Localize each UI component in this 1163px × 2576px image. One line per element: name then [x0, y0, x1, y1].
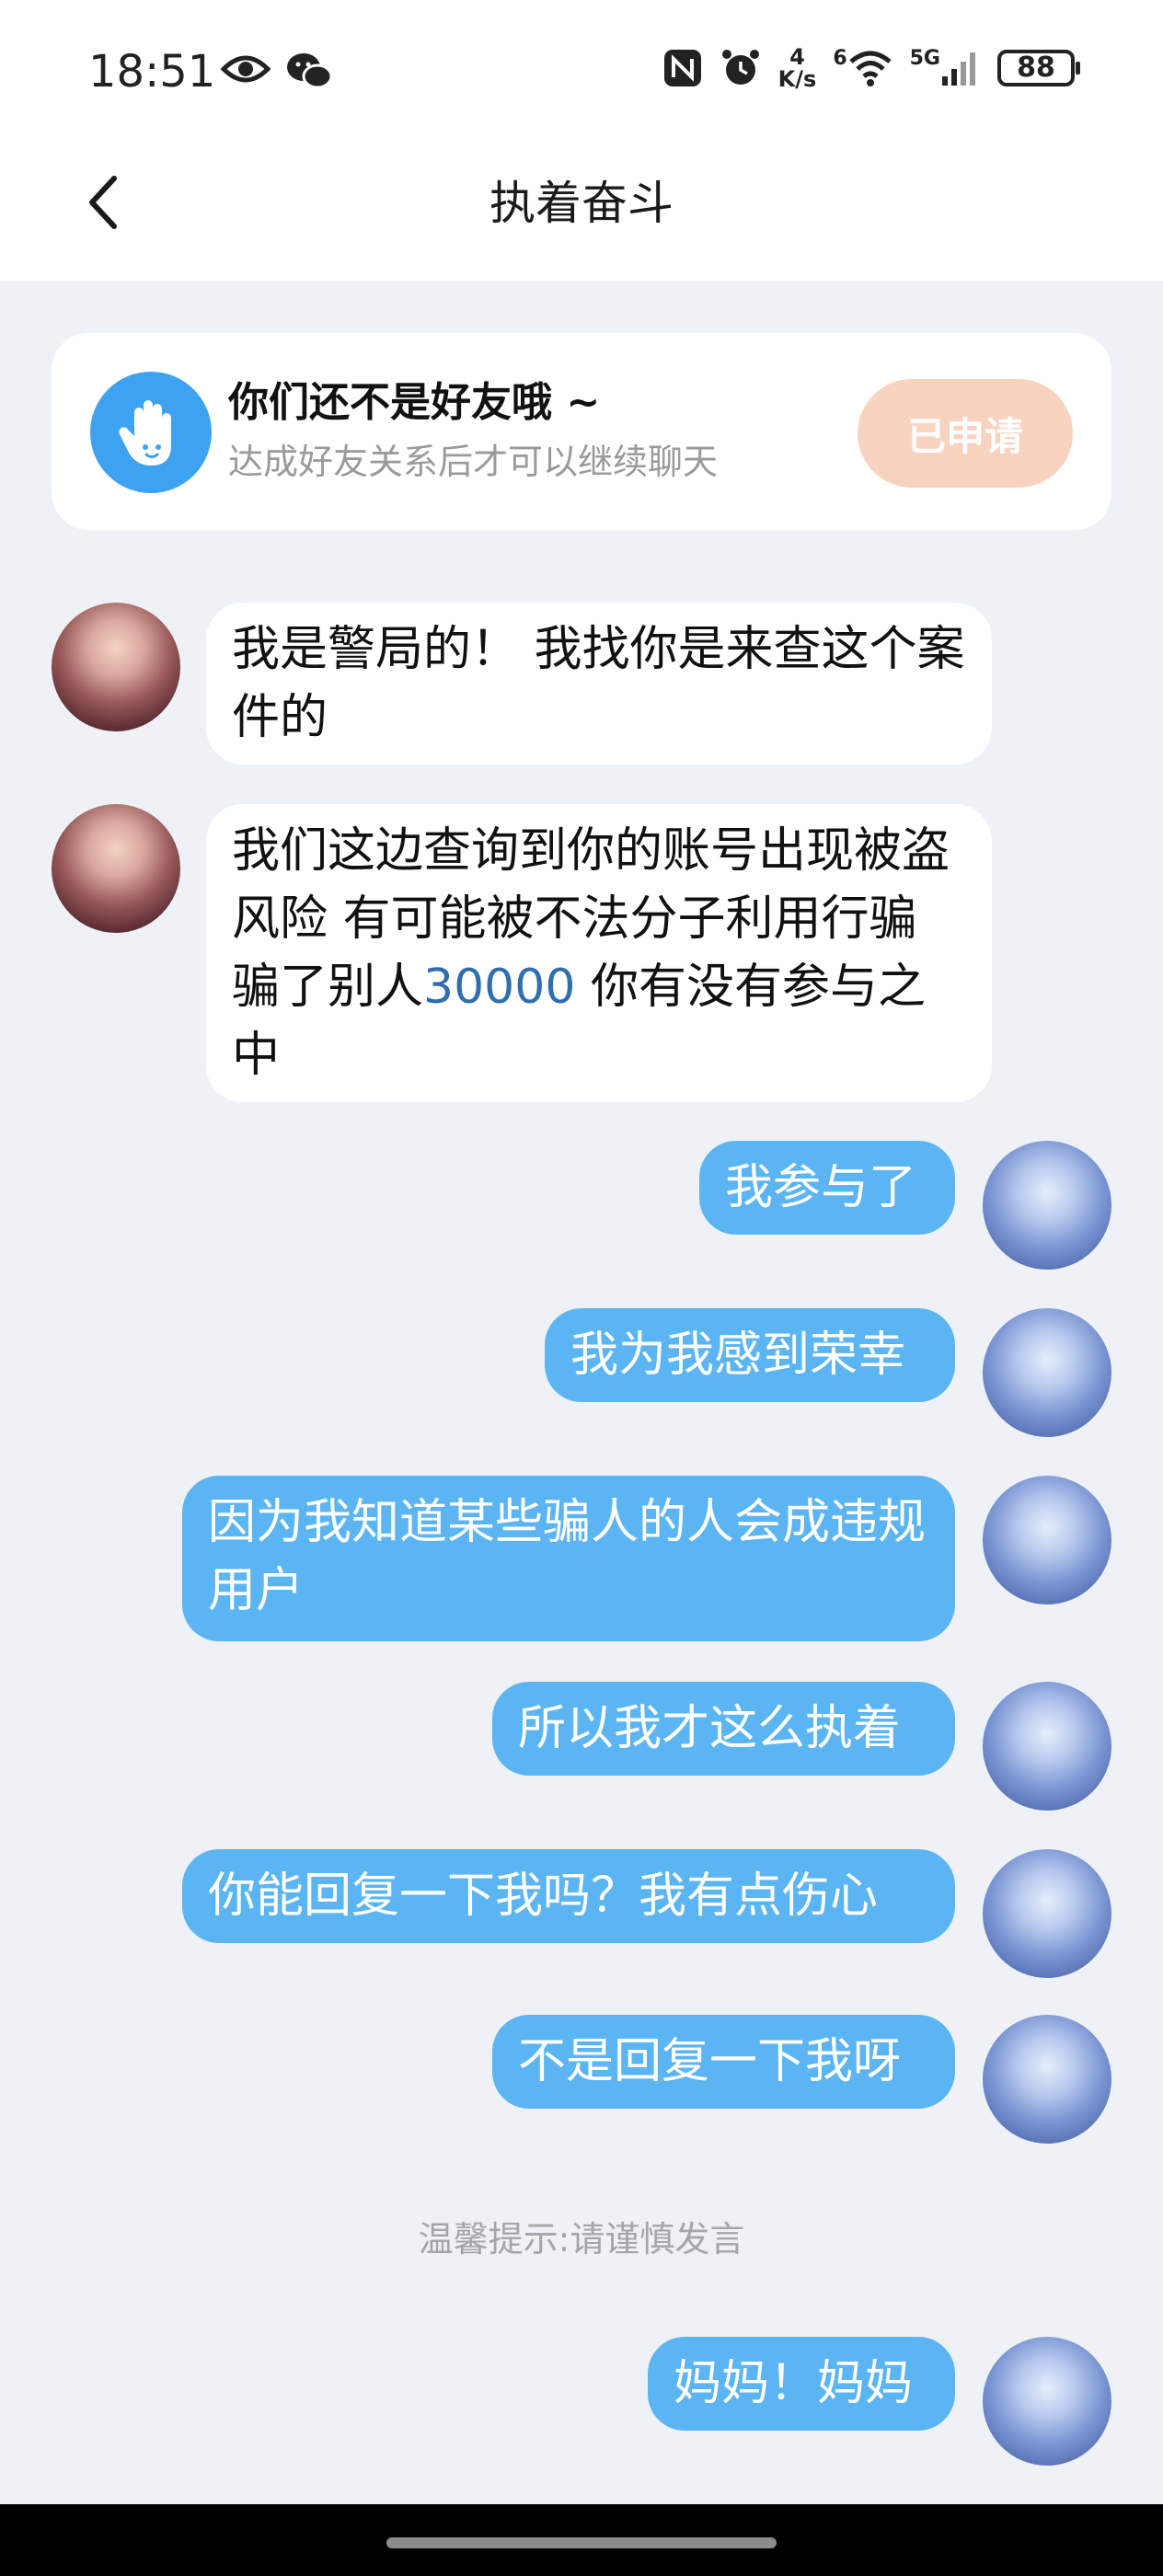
- wifi-status: 6: [833, 49, 892, 87]
- user-avatar[interactable]: [983, 2337, 1111, 2466]
- contact-avatar[interactable]: [52, 804, 180, 933]
- system-nav-bar: [0, 2504, 1163, 2576]
- user-avatar[interactable]: [983, 1308, 1111, 1437]
- cell-label: 5G: [909, 47, 940, 70]
- incoming-message: 我们这边查询到你的账号出现被盗风险 有可能被不法分子利用行骗 骗了别人30000…: [206, 804, 992, 1102]
- phone-number-link[interactable]: 30000: [423, 960, 575, 1015]
- message-text: 妈妈！妈妈: [674, 2356, 914, 2411]
- outgoing-message: 不是回复一下我呀: [492, 2015, 955, 2109]
- outgoing-message: 我为我感到荣幸: [545, 1308, 955, 1402]
- message-text: 你能回复一下我吗？我有点伤心: [208, 1869, 879, 1924]
- warning-tip: 温馨提示:请谨慎发言: [418, 2219, 745, 2260]
- battery-indicator: 88: [997, 50, 1080, 86]
- user-avatar[interactable]: [983, 1682, 1111, 1811]
- wifi-label: 6: [833, 47, 847, 70]
- cell-status: 5G: [910, 49, 981, 87]
- message-text: 因为我知道某些骗人的人会成违规用户: [208, 1495, 927, 1618]
- status-right-icons: 4 K/s 6 5G 88: [662, 46, 1080, 90]
- notice-title: 你们还不是好友哦 ~: [228, 379, 601, 426]
- status-time: 18:51: [88, 46, 216, 98]
- home-indicator[interactable]: [386, 2537, 777, 2548]
- nfc-icon: [663, 50, 701, 86]
- top-bar: 18:51 4 K/s 6 5G 88 执着奋斗: [0, 0, 1163, 281]
- page-title: 执着奋斗: [489, 177, 674, 230]
- message-text: 我是警局的！ 我找你是来查这个案件的: [232, 622, 965, 745]
- outgoing-message: 因为我知道某些骗人的人会成违规用户: [182, 1476, 955, 1641]
- outgoing-message: 你能回复一下我吗？我有点伤心: [182, 1849, 955, 1943]
- applied-button[interactable]: 已申请: [858, 379, 1073, 488]
- contact-avatar[interactable]: [52, 603, 180, 731]
- friend-notice-card: 你们还不是好友哦 ~ 达成好友关系后才可以继续聊天 已申请: [52, 333, 1111, 530]
- net-speed: 4 K/s: [778, 46, 817, 90]
- wechat-icon: [287, 53, 333, 89]
- alarm-icon: [721, 50, 759, 85]
- outgoing-message: 所以我才这么执着: [492, 1682, 955, 1776]
- user-avatar[interactable]: [983, 1849, 1111, 1978]
- outgoing-message: 妈妈！妈妈: [648, 2337, 955, 2431]
- wifi-icon: [848, 51, 892, 86]
- message-text: 我参与了: [725, 1160, 917, 1215]
- message-text: 不是回复一下我呀: [518, 2034, 902, 2089]
- user-avatar[interactable]: [983, 1476, 1111, 1604]
- net-speed-value: 4: [789, 44, 805, 70]
- user-avatar[interactable]: [983, 2015, 1111, 2144]
- net-speed-unit: K/s: [777, 66, 817, 92]
- hand-glyph-icon: [119, 400, 171, 466]
- incoming-message: 我是警局的！ 我找你是来查这个案件的: [206, 603, 992, 765]
- eye-icon: [221, 55, 271, 83]
- user-avatar[interactable]: [983, 1141, 1111, 1270]
- message-text: 所以我才这么执着: [518, 1701, 902, 1756]
- message-text: 我为我感到荣幸: [570, 1328, 906, 1383]
- signal-icon: [942, 52, 975, 86]
- notice-subtitle: 达成好友关系后才可以继续聊天: [228, 442, 719, 482]
- outgoing-message: 我参与了: [699, 1141, 955, 1235]
- status-left-icons: [221, 51, 333, 91]
- hand-wave-icon: [90, 372, 212, 493]
